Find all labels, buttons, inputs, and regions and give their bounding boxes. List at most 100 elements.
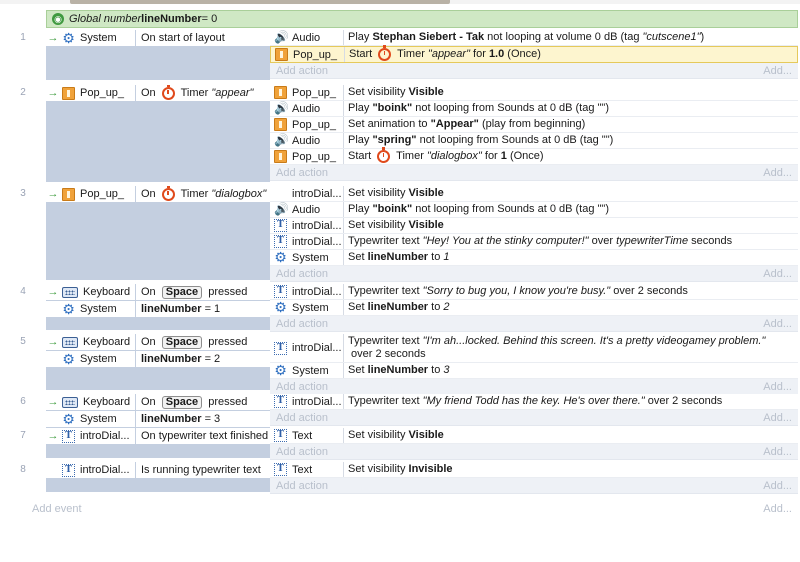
action-row[interactable]: 🔊 Audio Play "boink" not looping from Soun… — [270, 202, 798, 218]
add-action-row[interactable]: Add action Add... — [270, 316, 798, 332]
action-text[interactable]: Play "spring" not looping from Sounds at… — [344, 133, 798, 148]
action-text[interactable]: Play Stephan Siebert - Tak not looping a… — [344, 30, 798, 45]
condition-object[interactable]: TintroDial... — [60, 428, 136, 444]
action-row[interactable]: ⚙ System Set lineNumber to 2 — [270, 300, 798, 316]
action-text[interactable]: Set visibility Visible — [344, 186, 798, 201]
condition-row[interactable]: →⚙ System lineNumber = 2 — [46, 351, 270, 368]
condition-object[interactable]: ⚙ System — [60, 351, 136, 367]
condition-row[interactable]: →TintroDial... Is running typewriter text — [46, 462, 270, 479]
action-object[interactable]: T Text — [270, 428, 344, 443]
add-action-button[interactable]: Add action — [276, 480, 328, 492]
condition-text[interactable]: lineNumber = 2 — [136, 351, 270, 367]
action-object[interactable]: TintroDial... — [270, 334, 344, 362]
condition-text[interactable]: On Space pressed — [136, 394, 270, 410]
condition-object[interactable]: ⚙ System — [60, 411, 136, 427]
action-text[interactable]: Typewriter text "I'm ah...locked. Behind… — [344, 334, 798, 362]
action-object[interactable]: ⚙ System — [270, 300, 344, 315]
condition-text[interactable]: On typewriter text finished — [136, 428, 270, 444]
condition-row[interactable]: → Pop_up_ On Timer "dialogbox" — [46, 186, 270, 203]
add-event-more-button[interactable]: Add... — [763, 503, 792, 515]
add-action-more-button[interactable]: Add... — [763, 381, 792, 393]
action-row[interactable]: TintroDial... Typewriter text "I'm ah...l… — [270, 334, 798, 363]
action-row[interactable]: ⚙ System Set lineNumber to 1 — [270, 250, 798, 266]
add-action-button[interactable]: Add action — [276, 268, 328, 280]
top-scroll-thumb[interactable] — [70, 0, 450, 4]
condition-object[interactable]: Keyboard — [60, 284, 136, 300]
add-action-row[interactable]: Add action Add... — [270, 379, 798, 395]
action-object[interactable]: Pop_up_ — [270, 149, 344, 164]
action-row[interactable]: TintroDial... Typewriter text "My friend … — [270, 394, 798, 410]
action-text[interactable]: Set animation to "Appear" (play from beg… — [344, 117, 798, 132]
add-action-row[interactable]: Add action Add... — [270, 410, 798, 426]
condition-text[interactable]: On Space pressed — [136, 284, 270, 300]
condition-object[interactable]: Pop_up_ — [60, 85, 136, 101]
condition-text[interactable]: On start of layout — [136, 30, 270, 46]
action-object[interactable]: TintroDial... — [270, 234, 344, 249]
action-object[interactable]: 🔊 Audio — [270, 202, 344, 217]
condition-object[interactable]: Keyboard — [60, 394, 136, 410]
condition-row[interactable]: → Keyboard On Space pressed — [46, 334, 270, 351]
action-object[interactable]: Pop_up_ — [270, 117, 344, 132]
action-row[interactable]: Pop_up_ Start Timer "appear" for 1.0 (Onc… — [270, 45, 798, 63]
action-object[interactable]: 🔊 Audio — [270, 101, 344, 116]
condition-object[interactable]: ⚙ System — [60, 30, 136, 46]
action-object[interactable]: ⚙ System — [270, 250, 344, 265]
add-action-button[interactable]: Add action — [276, 446, 328, 458]
action-row[interactable]: 🔊 Audio Play Stephan Siebert - Tak not loo… — [270, 30, 798, 46]
condition-row[interactable]: → TintroDial... On typewriter text finishe… — [46, 428, 270, 445]
add-action-button[interactable]: Add action — [276, 412, 328, 424]
add-action-more-button[interactable]: Add... — [763, 412, 792, 424]
add-action-row[interactable]: Add action Add... — [270, 444, 798, 460]
condition-text[interactable]: Is running typewriter text — [136, 462, 270, 478]
condition-object[interactable]: Pop_up_ — [60, 186, 136, 202]
action-object[interactable]: T Text — [270, 462, 344, 477]
add-action-more-button[interactable]: Add... — [763, 318, 792, 330]
add-event-row[interactable]: Add event Add... — [0, 502, 800, 516]
condition-object[interactable]: ⚙ System — [60, 301, 136, 317]
action-object[interactable]: introDial... — [270, 186, 344, 201]
add-action-row[interactable]: Add action Add... — [270, 266, 798, 282]
add-action-more-button[interactable]: Add... — [763, 65, 792, 77]
action-object[interactable]: ⚙ System — [270, 363, 344, 378]
action-text[interactable]: Play "boink" not looping from Sounds at … — [344, 202, 798, 217]
add-action-more-button[interactable]: Add... — [763, 480, 792, 492]
add-action-row[interactable]: Add action Add... — [270, 478, 798, 494]
action-object[interactable]: TintroDial... — [270, 218, 344, 233]
condition-row[interactable]: → Keyboard On Space pressed — [46, 394, 270, 411]
action-text[interactable]: Set visibility Invisible — [344, 462, 798, 477]
add-action-button[interactable]: Add action — [276, 318, 328, 330]
action-text[interactable]: Typewriter text "My friend Todd has the … — [344, 394, 798, 409]
action-row[interactable]: Pop_up_ Set animation to "Appear" (play f… — [270, 117, 798, 133]
add-action-more-button[interactable]: Add... — [763, 167, 792, 179]
condition-text[interactable]: On Timer "dialogbox" — [136, 186, 270, 202]
action-text[interactable]: Typewriter text "Hey! You at the stinky … — [344, 234, 798, 249]
action-text[interactable]: Set lineNumber to 2 — [344, 300, 798, 315]
action-text[interactable]: Start Timer "dialogbox" for 1 (Once) — [344, 147, 798, 164]
action-text[interactable]: Set visibility Visible — [344, 218, 798, 233]
condition-row[interactable]: → ⚙ System On start of layout — [46, 30, 270, 47]
action-row[interactable]: T Text Set visibility Visible — [270, 428, 798, 444]
action-text[interactable]: Set lineNumber to 3 — [344, 363, 798, 378]
condition-text[interactable]: On Space pressed — [136, 334, 270, 350]
add-action-button[interactable]: Add action — [276, 381, 328, 393]
condition-row[interactable]: → Keyboard On Space pressed — [46, 284, 270, 301]
global-variable-row[interactable]: ◉ Global number lineNumber = 0 — [46, 10, 798, 28]
action-object[interactable]: 🔊 Audio — [270, 133, 344, 148]
action-row[interactable]: TintroDial... Typewriter text "Sorry to b… — [270, 284, 798, 300]
condition-row[interactable]: →⚙ System lineNumber = 3 — [46, 411, 270, 428]
add-action-button[interactable]: Add action — [276, 167, 328, 179]
add-action-row[interactable]: Add action Add... — [270, 165, 798, 181]
action-row[interactable]: TintroDial... Typewriter text "Hey! You a… — [270, 234, 798, 250]
action-text[interactable]: Play "boink" not looping from Sounds at … — [344, 101, 798, 116]
action-text[interactable]: Start Timer "appear" for 1.0 (Once) — [345, 45, 797, 62]
action-row[interactable]: Pop_up_ Start Timer "dialogbox" for 1 (On… — [270, 147, 798, 165]
action-row[interactable]: T Text Set visibility Invisible — [270, 462, 798, 478]
action-object[interactable]: TintroDial... — [270, 284, 344, 299]
action-text[interactable]: Set visibility Visible — [344, 428, 798, 443]
condition-row[interactable]: →⚙ System lineNumber = 1 — [46, 301, 270, 318]
action-object[interactable]: 🔊 Audio — [270, 30, 344, 45]
add-event-button[interactable]: Add event — [32, 503, 82, 515]
action-row[interactable]: 🔊 Audio Play "spring" not looping from Sou… — [270, 133, 798, 149]
condition-row[interactable]: → Pop_up_ On Timer "appear" — [46, 85, 270, 102]
condition-object[interactable]: Keyboard — [60, 334, 136, 350]
